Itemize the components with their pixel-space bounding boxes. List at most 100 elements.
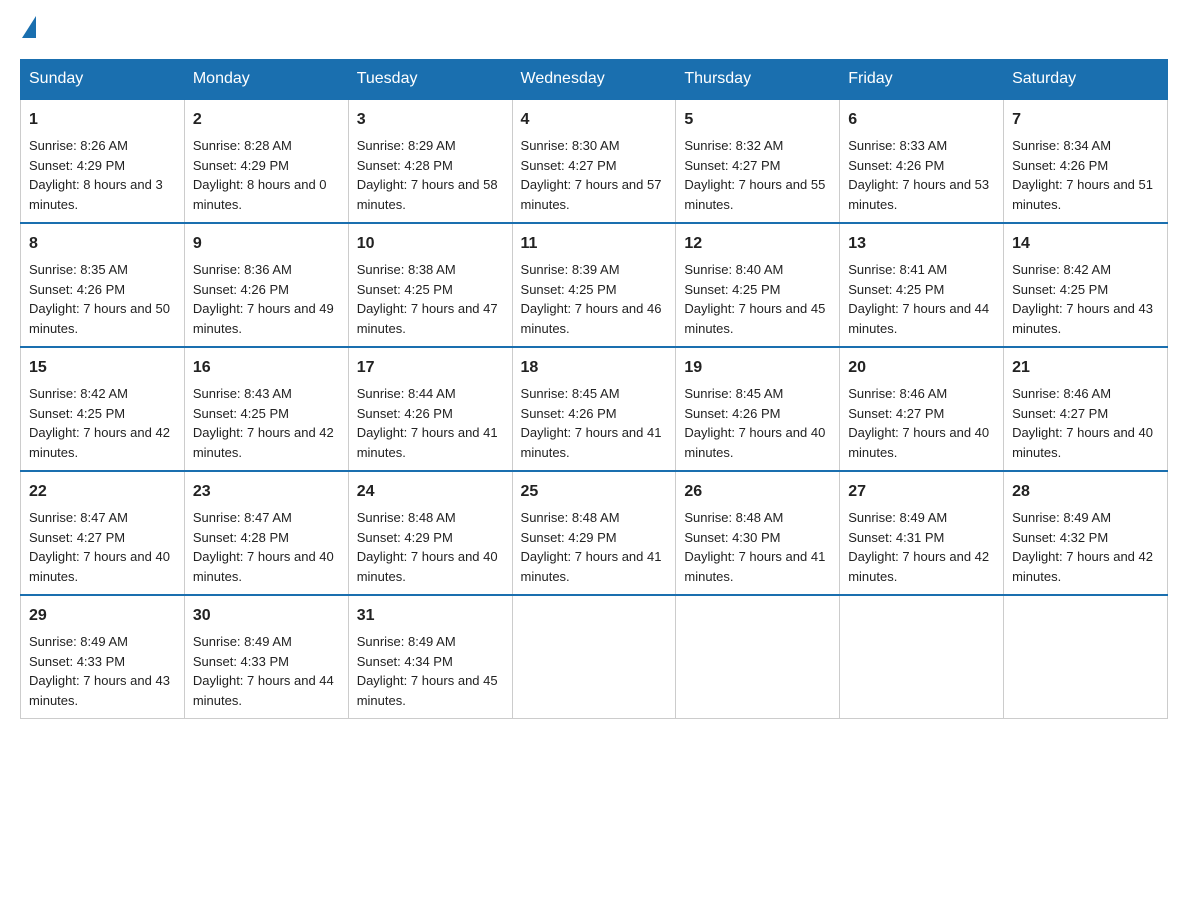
sunset-text: Sunset: 4:29 PM [521,528,668,548]
daylight-text: Daylight: 7 hours and 41 minutes. [521,547,668,586]
daylight-text: Daylight: 7 hours and 51 minutes. [1012,175,1159,214]
sunset-text: Sunset: 4:33 PM [29,652,176,672]
logo-triangle-icon [22,16,36,38]
sunset-text: Sunset: 4:25 PM [29,404,176,424]
sunrise-text: Sunrise: 8:45 AM [684,384,831,404]
daylight-text: Daylight: 7 hours and 46 minutes. [521,299,668,338]
sunset-text: Sunset: 4:28 PM [193,528,340,548]
sunset-text: Sunset: 4:25 PM [193,404,340,424]
daylight-text: Daylight: 7 hours and 44 minutes. [848,299,995,338]
daylight-text: Daylight: 7 hours and 41 minutes. [521,423,668,462]
calendar-cell: 24Sunrise: 8:48 AMSunset: 4:29 PMDayligh… [348,471,512,595]
day-number: 19 [684,356,831,380]
sunrise-text: Sunrise: 8:49 AM [848,508,995,528]
sunrise-text: Sunrise: 8:49 AM [1012,508,1159,528]
daylight-text: Daylight: 7 hours and 40 minutes. [684,423,831,462]
calendar-cell: 27Sunrise: 8:49 AMSunset: 4:31 PMDayligh… [840,471,1004,595]
calendar-cell: 23Sunrise: 8:47 AMSunset: 4:28 PMDayligh… [184,471,348,595]
sunrise-text: Sunrise: 8:49 AM [357,632,504,652]
sunrise-text: Sunrise: 8:41 AM [848,260,995,280]
calendar-cell: 2Sunrise: 8:28 AMSunset: 4:29 PMDaylight… [184,99,348,223]
day-number: 6 [848,108,995,132]
sunset-text: Sunset: 4:25 PM [1012,280,1159,300]
calendar-cell: 28Sunrise: 8:49 AMSunset: 4:32 PMDayligh… [1004,471,1168,595]
sunset-text: Sunset: 4:27 PM [848,404,995,424]
calendar-week-row: 22Sunrise: 8:47 AMSunset: 4:27 PMDayligh… [21,471,1168,595]
sunset-text: Sunset: 4:26 PM [29,280,176,300]
sunrise-text: Sunrise: 8:33 AM [848,136,995,156]
daylight-text: Daylight: 7 hours and 43 minutes. [1012,299,1159,338]
calendar-cell [840,595,1004,719]
sunrise-text: Sunrise: 8:47 AM [29,508,176,528]
day-number: 14 [1012,232,1159,256]
day-number: 16 [193,356,340,380]
calendar-cell: 10Sunrise: 8:38 AMSunset: 4:25 PMDayligh… [348,223,512,347]
sunrise-text: Sunrise: 8:38 AM [357,260,504,280]
calendar-cell: 17Sunrise: 8:44 AMSunset: 4:26 PMDayligh… [348,347,512,471]
sunrise-text: Sunrise: 8:42 AM [29,384,176,404]
daylight-text: Daylight: 8 hours and 0 minutes. [193,175,340,214]
day-number: 24 [357,480,504,504]
day-number: 22 [29,480,176,504]
daylight-text: Daylight: 7 hours and 42 minutes. [1012,547,1159,586]
calendar-cell [676,595,840,719]
sunrise-text: Sunrise: 8:43 AM [193,384,340,404]
calendar-cell: 29Sunrise: 8:49 AMSunset: 4:33 PMDayligh… [21,595,185,719]
daylight-text: Daylight: 7 hours and 53 minutes. [848,175,995,214]
daylight-text: Daylight: 7 hours and 40 minutes. [29,547,176,586]
day-number: 11 [521,232,668,256]
day-number: 27 [848,480,995,504]
sunrise-text: Sunrise: 8:30 AM [521,136,668,156]
daylight-text: Daylight: 7 hours and 43 minutes. [29,671,176,710]
daylight-text: Daylight: 7 hours and 44 minutes. [193,671,340,710]
daylight-text: Daylight: 7 hours and 42 minutes. [29,423,176,462]
calendar-cell: 20Sunrise: 8:46 AMSunset: 4:27 PMDayligh… [840,347,1004,471]
calendar-week-row: 29Sunrise: 8:49 AMSunset: 4:33 PMDayligh… [21,595,1168,719]
day-number: 12 [684,232,831,256]
calendar-cell [1004,595,1168,719]
daylight-text: Daylight: 7 hours and 40 minutes. [1012,423,1159,462]
day-number: 4 [521,108,668,132]
day-number: 5 [684,108,831,132]
calendar-cell: 15 Sunrise: 8:42 AMSunset: 4:25 PMDayligh… [21,347,185,471]
day-number: 8 [29,232,176,256]
calendar-cell: 3Sunrise: 8:29 AMSunset: 4:28 PMDaylight… [348,99,512,223]
calendar-cell: 26Sunrise: 8:48 AMSunset: 4:30 PMDayligh… [676,471,840,595]
day-number: 15 [29,356,176,380]
day-number: 30 [193,604,340,628]
daylight-text: Daylight: 7 hours and 45 minutes. [684,299,831,338]
calendar-cell: 7Sunrise: 8:34 AMSunset: 4:26 PMDaylight… [1004,99,1168,223]
sunset-text: Sunset: 4:27 PM [521,156,668,176]
calendar-cell: 5Sunrise: 8:32 AMSunset: 4:27 PMDaylight… [676,99,840,223]
sunset-text: Sunset: 4:29 PM [193,156,340,176]
day-number: 13 [848,232,995,256]
calendar-cell: 9Sunrise: 8:36 AMSunset: 4:26 PMDaylight… [184,223,348,347]
day-number: 2 [193,108,340,132]
sunrise-text: Sunrise: 8:35 AM [29,260,176,280]
logo [20,20,48,44]
sunrise-text: Sunrise: 8:39 AM [521,260,668,280]
calendar-cell [512,595,676,719]
calendar-cell: 12Sunrise: 8:40 AMSunset: 4:25 PMDayligh… [676,223,840,347]
day-number: 29 [29,604,176,628]
calendar-week-row: 8Sunrise: 8:35 AMSunset: 4:26 PMDaylight… [21,223,1168,347]
sunrise-text: Sunrise: 8:47 AM [193,508,340,528]
daylight-text: Daylight: 7 hours and 50 minutes. [29,299,176,338]
page-header [20,20,1168,44]
sunset-text: Sunset: 4:32 PM [1012,528,1159,548]
sunrise-text: Sunrise: 8:45 AM [521,384,668,404]
sunrise-text: Sunrise: 8:32 AM [684,136,831,156]
col-header-friday: Friday [840,60,1004,100]
sunset-text: Sunset: 4:28 PM [357,156,504,176]
daylight-text: Daylight: 7 hours and 45 minutes. [357,671,504,710]
sunset-text: Sunset: 4:31 PM [848,528,995,548]
sunrise-text: Sunrise: 8:26 AM [29,136,176,156]
col-header-monday: Monday [184,60,348,100]
sunrise-text: Sunrise: 8:34 AM [1012,136,1159,156]
sunset-text: Sunset: 4:26 PM [521,404,668,424]
col-header-tuesday: Tuesday [348,60,512,100]
calendar-week-row: 1Sunrise: 8:26 AMSunset: 4:29 PMDaylight… [21,99,1168,223]
daylight-text: Daylight: 8 hours and 3 minutes. [29,175,176,214]
sunset-text: Sunset: 4:27 PM [684,156,831,176]
sunset-text: Sunset: 4:27 PM [1012,404,1159,424]
